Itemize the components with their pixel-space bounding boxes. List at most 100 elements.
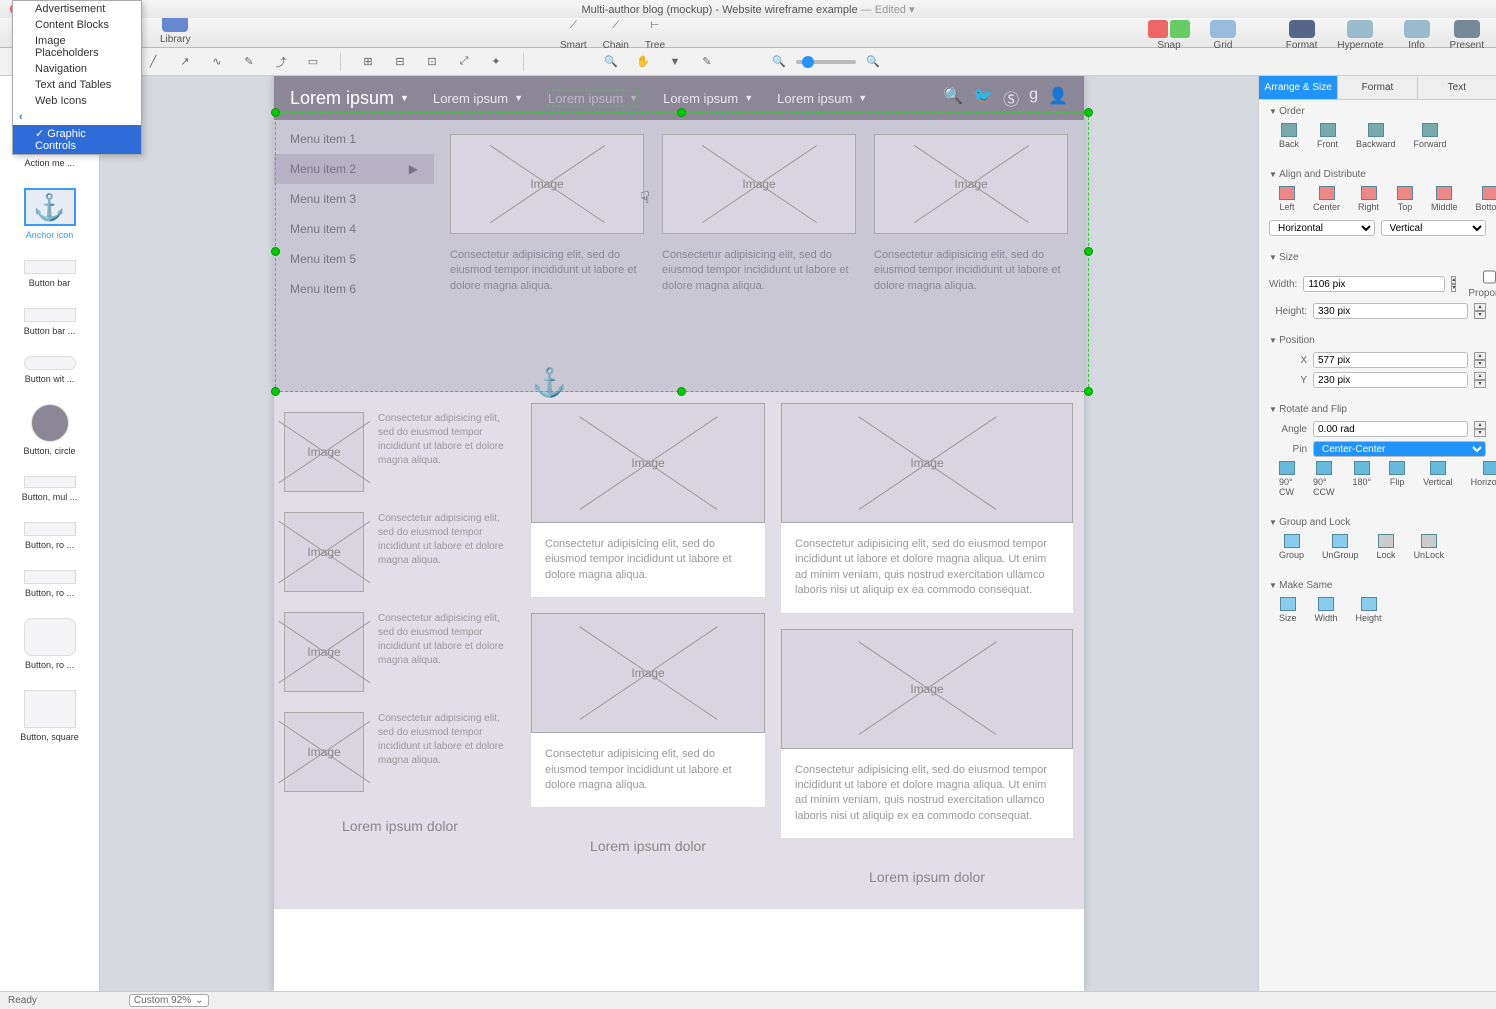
freehand-tool[interactable]: ∿ bbox=[208, 53, 226, 71]
pen-tool[interactable]: ✎ bbox=[240, 53, 258, 71]
image-placeholder[interactable]: Image bbox=[662, 134, 856, 234]
unlock-button[interactable]: UnLock bbox=[1414, 534, 1445, 560]
lib-item[interactable]: Button bar bbox=[0, 260, 99, 288]
order-back[interactable]: Back bbox=[1279, 123, 1299, 149]
section-same[interactable]: Make Same bbox=[1269, 580, 1486, 591]
rotate-180[interactable]: 180° bbox=[1352, 461, 1371, 497]
align-top[interactable]: Top bbox=[1397, 186, 1413, 212]
grid-button[interactable]: Grid bbox=[1210, 20, 1236, 51]
align-middle[interactable]: Middle bbox=[1431, 186, 1458, 212]
tab-arrange[interactable]: Arrange & Size bbox=[1259, 76, 1338, 99]
align-bottom[interactable]: Bottom bbox=[1476, 186, 1496, 212]
image-placeholder[interactable]: Image bbox=[450, 134, 644, 234]
format-button[interactable]: Format bbox=[1286, 20, 1318, 51]
list-item[interactable]: ImageConsectetur adipisicing elit, sed d… bbox=[530, 612, 766, 808]
text-tool[interactable]: ▭ bbox=[304, 53, 322, 71]
wf-nav-item[interactable]: Lorem ipsum ▼ bbox=[433, 91, 523, 106]
line-tool[interactable]: ╱ bbox=[144, 53, 162, 71]
lib-item[interactable]: Button, ro ... bbox=[0, 570, 99, 598]
width-input[interactable] bbox=[1303, 276, 1445, 292]
list-item[interactable]: ImageConsectetur adipisicing elit, sed d… bbox=[284, 402, 516, 502]
group-tool[interactable]: ⊡ bbox=[423, 53, 441, 71]
rotate-cw[interactable]: 90° CW bbox=[1279, 461, 1295, 497]
tree-connector[interactable]: ⊢Tree bbox=[645, 20, 665, 51]
list-item[interactable]: ImageConsectetur adipisicing elit, sed d… bbox=[530, 402, 766, 598]
zoom-in-icon[interactable]: 🔍 bbox=[864, 53, 882, 71]
list-item[interactable]: ImageConsectetur adipisicing elit, sed d… bbox=[284, 502, 516, 602]
align-tool[interactable]: ⊞ bbox=[359, 53, 377, 71]
same-width[interactable]: Width bbox=[1315, 597, 1338, 623]
dd-item[interactable]: Image Placeholders bbox=[13, 33, 141, 61]
section-rotate[interactable]: Rotate and Flip bbox=[1269, 404, 1486, 415]
lib-item[interactable]: Button, circle bbox=[0, 404, 99, 456]
lib-item[interactable]: Button, square bbox=[0, 690, 99, 742]
dd-item[interactable]: Text and Tables bbox=[13, 77, 141, 93]
order-forward[interactable]: Forward bbox=[1414, 123, 1447, 149]
dd-item[interactable]: Web Icons bbox=[13, 93, 141, 109]
flip-h[interactable]: Horizontal bbox=[1471, 461, 1496, 497]
library-category-dropdown[interactable]: Advertisement Content Blocks Image Place… bbox=[12, 0, 142, 155]
list-item[interactable]: ImageConsectetur adipisicing elit, sed d… bbox=[780, 628, 1074, 840]
arrow-tool[interactable]: ↗ bbox=[176, 53, 194, 71]
image-placeholder[interactable]: Image bbox=[874, 134, 1068, 234]
distribute-v[interactable]: Vertical bbox=[1381, 220, 1487, 236]
chain-connector[interactable]: ⟋Chain bbox=[603, 20, 629, 51]
section-position[interactable]: Position bbox=[1269, 335, 1486, 346]
dd-item-selected[interactable]: ✓ Graphic Controls bbox=[13, 125, 141, 154]
wf-nav-brand[interactable]: Lorem ipsum ▼ bbox=[290, 88, 409, 109]
same-height[interactable]: Height bbox=[1356, 597, 1382, 623]
wf-nav-item[interactable]: Lorem ipsum ▼ bbox=[663, 91, 753, 106]
lock-proportions[interactable] bbox=[1483, 269, 1496, 285]
lock-button[interactable]: Lock bbox=[1377, 534, 1396, 560]
width-stepper[interactable]: ▴▾ bbox=[1451, 276, 1456, 292]
skype-icon[interactable]: Ⓢ bbox=[1003, 86, 1019, 110]
height-input[interactable] bbox=[1313, 303, 1468, 319]
align-center[interactable]: Center bbox=[1313, 186, 1340, 212]
snap-button[interactable]: Snap bbox=[1148, 20, 1190, 51]
stamp-tool[interactable]: ▼ bbox=[666, 53, 684, 71]
group-button[interactable]: Group bbox=[1279, 534, 1304, 560]
user-icon[interactable]: 👤 bbox=[1048, 86, 1068, 110]
order-front[interactable]: Front bbox=[1317, 123, 1338, 149]
x-input[interactable] bbox=[1313, 352, 1468, 368]
wf-menu-item[interactable]: Menu item 2▶ bbox=[274, 154, 434, 184]
angle-input[interactable] bbox=[1313, 421, 1468, 437]
hand-tool[interactable]: ✋ bbox=[634, 53, 652, 71]
list-item[interactable]: ImageConsectetur adipisicing elit, sed d… bbox=[780, 402, 1074, 614]
order-backward[interactable]: Backward bbox=[1356, 123, 1396, 149]
same-size[interactable]: Size bbox=[1279, 597, 1297, 623]
edit-tool[interactable]: ✦ bbox=[487, 53, 505, 71]
hypernote-button[interactable]: Hypernote bbox=[1337, 20, 1383, 51]
lib-item[interactable]: Button, ro ... bbox=[0, 522, 99, 550]
flip-v[interactable]: Vertical bbox=[1423, 461, 1453, 497]
rotate-ccw[interactable]: 90° CCW bbox=[1313, 461, 1334, 497]
connector-tool[interactable]: ⤴ bbox=[272, 53, 290, 71]
lib-item[interactable]: Button wit ... bbox=[0, 356, 99, 384]
dd-item[interactable]: Navigation bbox=[13, 61, 141, 77]
wf-nav-item[interactable]: Lorem ipsum ▼ bbox=[547, 90, 639, 107]
section-align[interactable]: Align and Distribute bbox=[1269, 169, 1486, 180]
list-item[interactable]: ImageConsectetur adipisicing elit, sed d… bbox=[284, 602, 516, 702]
lib-item-anchor[interactable]: ⚓Anchor icon bbox=[0, 188, 99, 240]
anchor-icon[interactable]: ⚓ bbox=[532, 366, 567, 399]
align-left[interactable]: Left bbox=[1279, 186, 1295, 212]
dd-item[interactable]: Content Blocks bbox=[13, 17, 141, 33]
wf-menu-item[interactable]: Menu item 3 bbox=[274, 184, 434, 214]
section-group[interactable]: Group and Lock bbox=[1269, 517, 1486, 528]
zoom-slider[interactable] bbox=[796, 60, 856, 64]
google-icon[interactable]: g bbox=[1029, 86, 1038, 110]
lib-item[interactable]: Button bar ... bbox=[0, 308, 99, 336]
search-icon[interactable]: 🔍 bbox=[943, 86, 963, 110]
height-stepper[interactable]: ▴▾ bbox=[1474, 303, 1486, 319]
wf-menu-item[interactable]: Menu item 5 bbox=[274, 244, 434, 274]
wf-menu-item[interactable]: Menu item 4 bbox=[274, 214, 434, 244]
zoom-select[interactable]: Custom 92%⌄ bbox=[129, 994, 209, 1007]
tab-text[interactable]: Text bbox=[1418, 76, 1496, 99]
tab-format[interactable]: Format bbox=[1338, 76, 1417, 99]
list-item[interactable]: ImageConsectetur adipisicing elit, sed d… bbox=[284, 702, 516, 802]
wf-menu-item[interactable]: Menu item 6 bbox=[274, 274, 434, 304]
wf-menu-item[interactable]: Menu item 1 bbox=[274, 124, 434, 154]
distribute-h[interactable]: Horizontal bbox=[1269, 220, 1375, 236]
ungroup-button[interactable]: UnGroup bbox=[1322, 534, 1359, 560]
twitter-icon[interactable]: 🐦 bbox=[973, 86, 993, 110]
